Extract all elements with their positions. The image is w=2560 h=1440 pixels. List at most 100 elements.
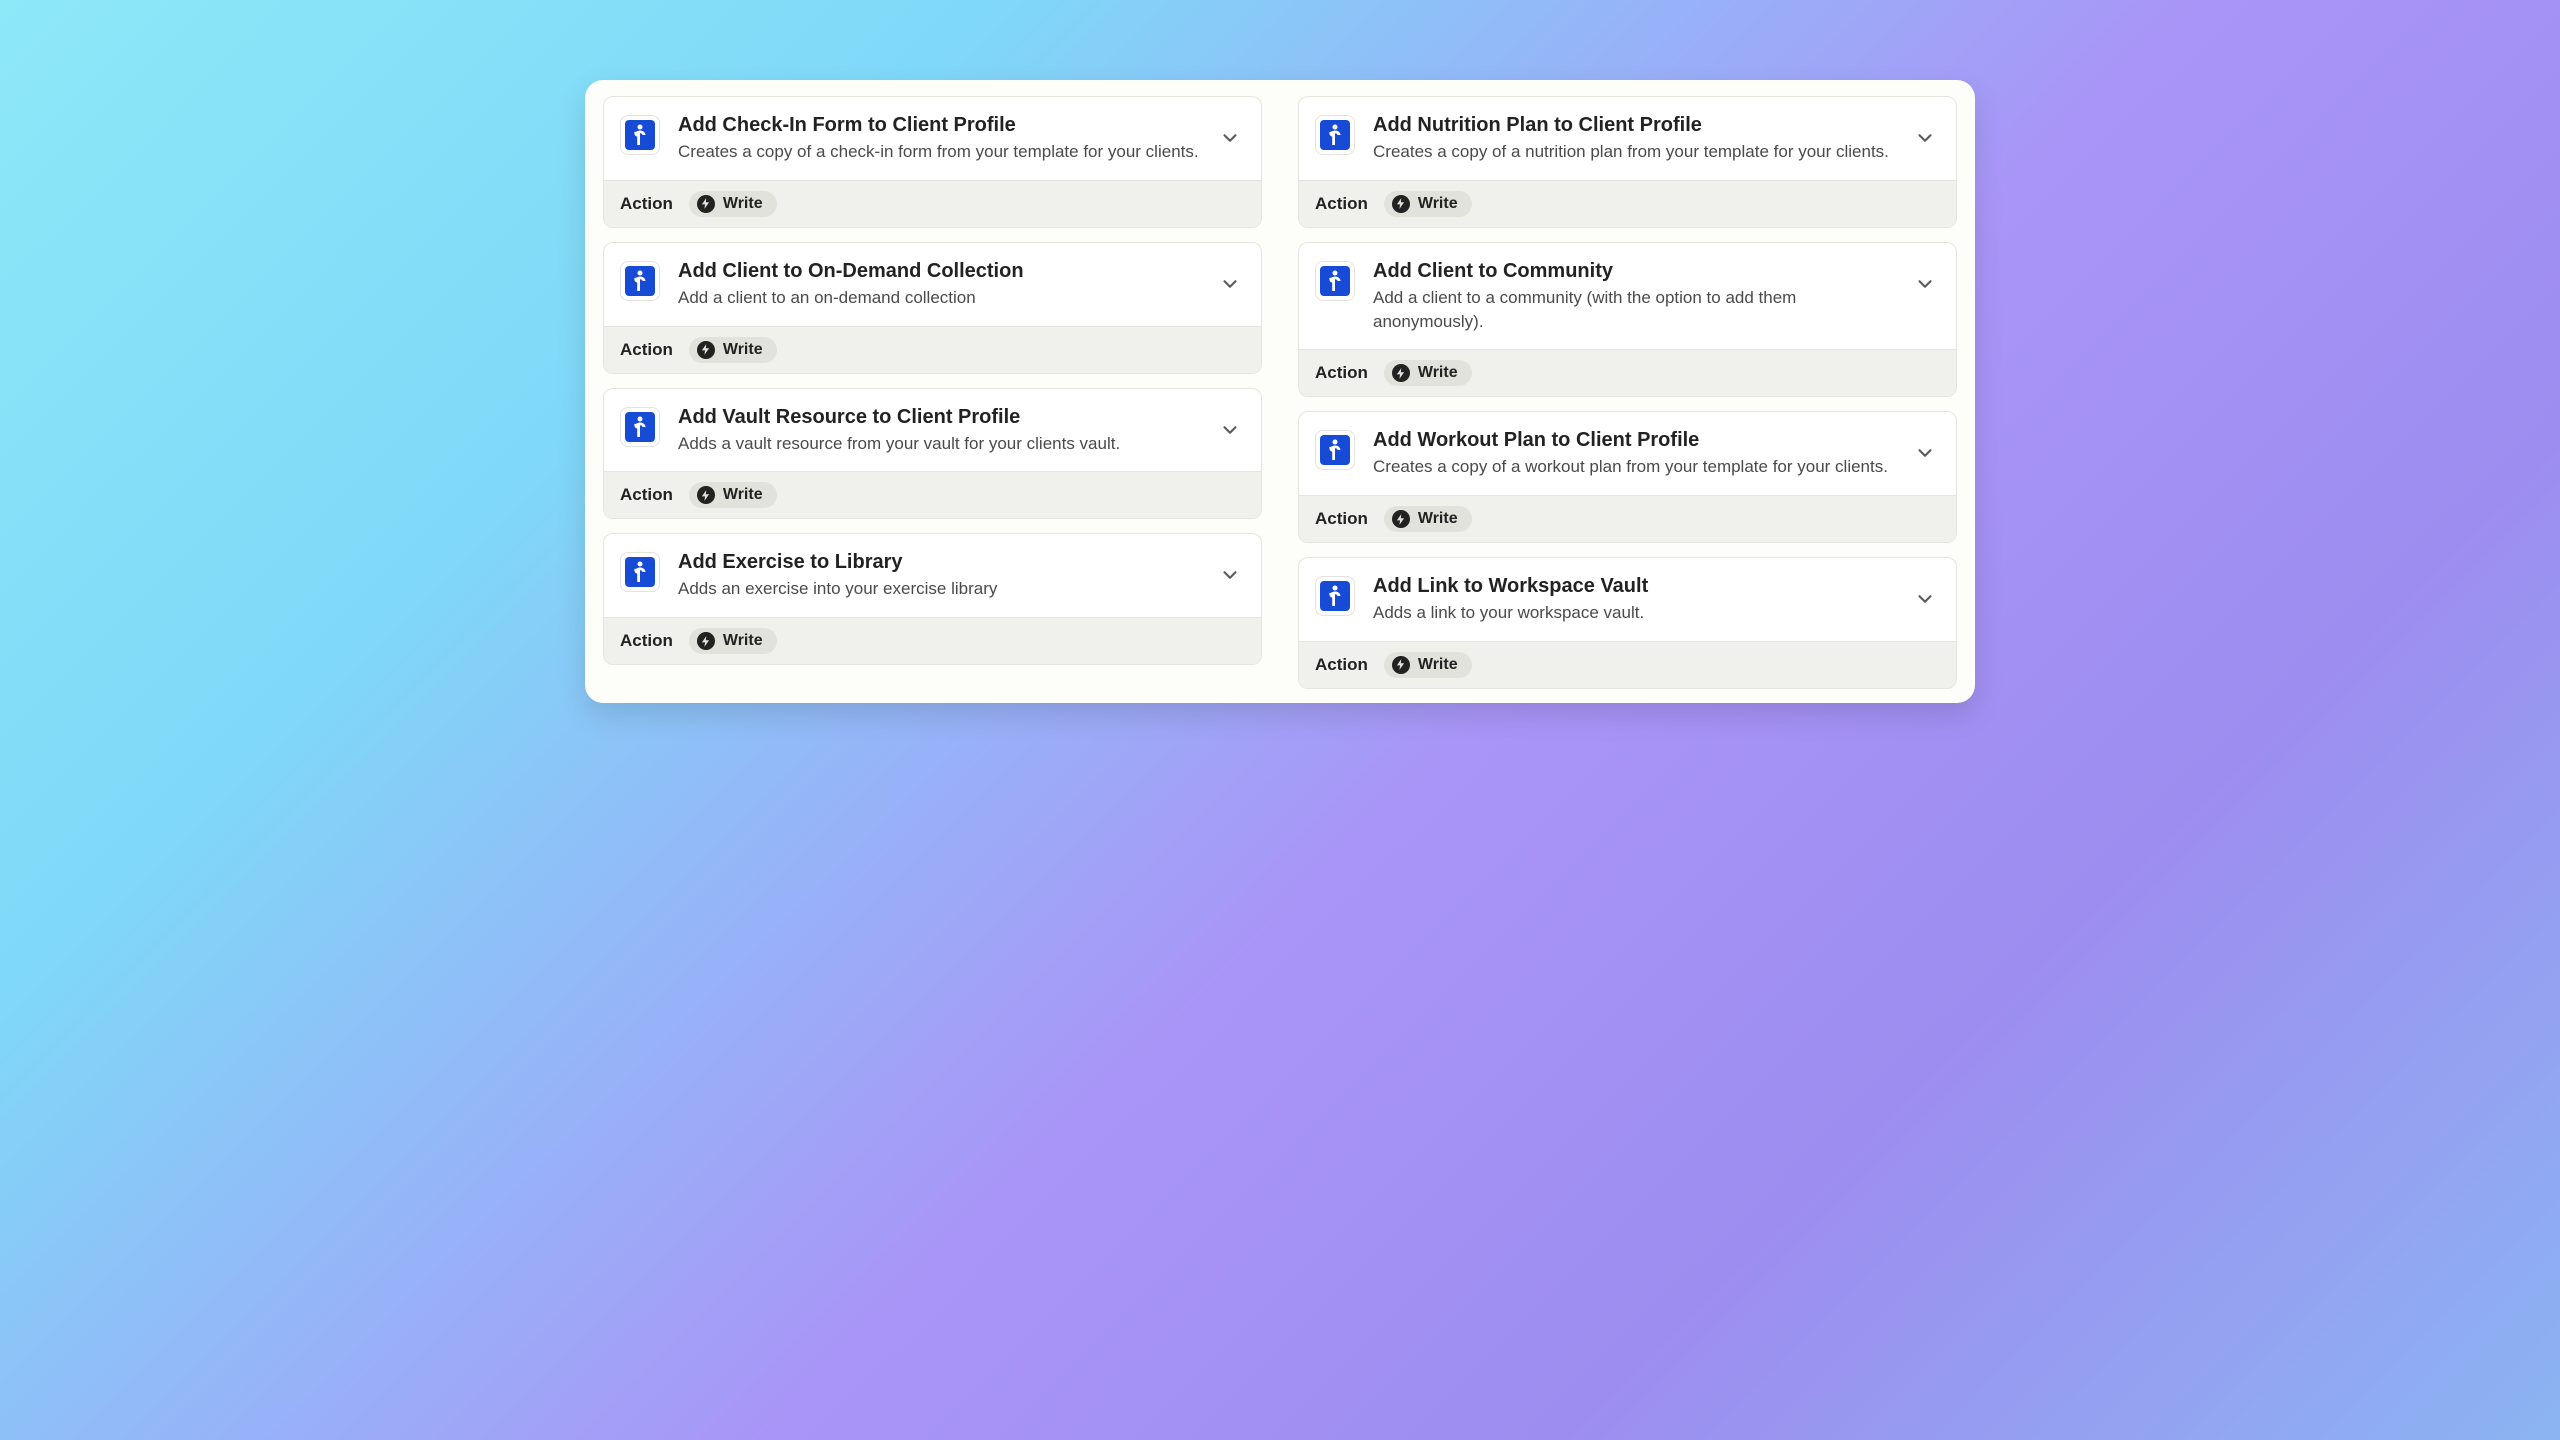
bolt-icon (697, 632, 715, 650)
footer-label: Action (1315, 509, 1368, 529)
fitcoach-icon (625, 557, 655, 587)
card-footer: Action Write (1299, 180, 1956, 227)
bolt-icon (1392, 364, 1410, 382)
fitcoach-icon (1320, 435, 1350, 465)
badge-text: Write (723, 341, 763, 359)
card-footer: Action Write (604, 617, 1261, 664)
badge-text: Write (1418, 656, 1458, 674)
card-title: Add Check-In Form to Client Profile (678, 113, 1201, 138)
card-description: Creates a copy of a check-in form from y… (678, 140, 1201, 164)
write-badge: Write (689, 337, 777, 363)
card-title: Add Vault Resource to Client Profile (678, 405, 1201, 430)
bolt-icon (1392, 195, 1410, 213)
action-card-right-2: Add Workout Plan to Client Profile Creat… (1298, 411, 1957, 543)
card-text: Add Check-In Form to Client Profile Crea… (678, 111, 1201, 164)
action-card-left-3: Add Exercise to Library Adds an exercise… (603, 533, 1262, 665)
fitcoach-icon (625, 412, 655, 442)
bolt-icon (697, 486, 715, 504)
card-text: Add Workout Plan to Client Profile Creat… (1373, 426, 1896, 479)
app-icon-frame (1315, 115, 1355, 155)
card-title: Add Link to Workspace Vault (1373, 574, 1896, 599)
badge-text: Write (723, 486, 763, 504)
bolt-icon (697, 195, 715, 213)
app-icon-frame (1315, 430, 1355, 470)
fitcoach-icon (1320, 120, 1350, 150)
card-description: Adds an exercise into your exercise libr… (678, 577, 1201, 601)
footer-label: Action (620, 194, 673, 214)
card-title: Add Client to Community (1373, 259, 1896, 284)
app-icon-frame (1315, 261, 1355, 301)
app-icon-frame (620, 407, 660, 447)
bolt-icon (697, 341, 715, 359)
write-badge: Write (689, 482, 777, 508)
chevron-down-icon (1914, 273, 1936, 295)
write-badge: Write (1384, 360, 1472, 386)
card-footer: Action Write (1299, 495, 1956, 542)
card-header[interactable]: Add Exercise to Library Adds an exercise… (604, 534, 1261, 617)
card-header[interactable]: Add Vault Resource to Client Profile Add… (604, 389, 1261, 472)
card-header[interactable]: Add Workout Plan to Client Profile Creat… (1299, 412, 1956, 495)
fitcoach-icon (625, 266, 655, 296)
footer-label: Action (1315, 655, 1368, 675)
app-icon-frame (620, 261, 660, 301)
card-title: Add Client to On-Demand Collection (678, 259, 1201, 284)
write-badge: Write (1384, 652, 1472, 678)
footer-label: Action (1315, 194, 1368, 214)
card-header[interactable]: Add Client to Community Add a client to … (1299, 243, 1956, 350)
app-icon-frame (620, 115, 660, 155)
card-description: Creates a copy of a workout plan from yo… (1373, 455, 1896, 479)
chevron-down-icon (1219, 564, 1241, 586)
right-column: Add Nutrition Plan to Client Profile Cre… (1298, 96, 1957, 689)
fitcoach-icon (625, 120, 655, 150)
write-badge: Write (689, 628, 777, 654)
chevron-down-icon (1914, 588, 1936, 610)
footer-label: Action (620, 631, 673, 651)
card-footer: Action Write (604, 471, 1261, 518)
footer-label: Action (620, 340, 673, 360)
action-card-right-0: Add Nutrition Plan to Client Profile Cre… (1298, 96, 1957, 228)
card-text: Add Nutrition Plan to Client Profile Cre… (1373, 111, 1896, 164)
card-footer: Action Write (604, 180, 1261, 227)
card-footer: Action Write (1299, 641, 1956, 688)
footer-label: Action (1315, 363, 1368, 383)
badge-text: Write (723, 195, 763, 213)
left-column: Add Check-In Form to Client Profile Crea… (603, 96, 1262, 689)
action-card-left-1: Add Client to On-Demand Collection Add a… (603, 242, 1262, 374)
chevron-down-icon (1914, 127, 1936, 149)
card-description: Adds a vault resource from your vault fo… (678, 432, 1201, 456)
card-title: Add Exercise to Library (678, 550, 1201, 575)
app-icon-frame (1315, 576, 1355, 616)
card-text: Add Client to Community Add a client to … (1373, 257, 1896, 334)
action-card-right-3: Add Link to Workspace Vault Adds a link … (1298, 557, 1957, 689)
card-header[interactable]: Add Check-In Form to Client Profile Crea… (604, 97, 1261, 180)
action-card-right-1: Add Client to Community Add a client to … (1298, 242, 1957, 398)
card-header[interactable]: Add Client to On-Demand Collection Add a… (604, 243, 1261, 326)
bolt-icon (1392, 510, 1410, 528)
card-description: Add a client to a community (with the op… (1373, 286, 1896, 334)
card-text: Add Vault Resource to Client Profile Add… (678, 403, 1201, 456)
badge-text: Write (1418, 364, 1458, 382)
chevron-down-icon (1219, 127, 1241, 149)
actions-panel: Add Check-In Form to Client Profile Crea… (585, 80, 1975, 703)
card-text: Add Exercise to Library Adds an exercise… (678, 548, 1201, 601)
footer-label: Action (620, 485, 673, 505)
card-header[interactable]: Add Link to Workspace Vault Adds a link … (1299, 558, 1956, 641)
card-text: Add Client to On-Demand Collection Add a… (678, 257, 1201, 310)
chevron-down-icon (1219, 419, 1241, 441)
badge-text: Write (723, 632, 763, 650)
app-icon-frame (620, 552, 660, 592)
write-badge: Write (1384, 506, 1472, 532)
action-card-left-0: Add Check-In Form to Client Profile Crea… (603, 96, 1262, 228)
card-footer: Action Write (604, 326, 1261, 373)
badge-text: Write (1418, 195, 1458, 213)
action-card-left-2: Add Vault Resource to Client Profile Add… (603, 388, 1262, 520)
card-header[interactable]: Add Nutrition Plan to Client Profile Cre… (1299, 97, 1956, 180)
chevron-down-icon (1219, 273, 1241, 295)
fitcoach-icon (1320, 581, 1350, 611)
badge-text: Write (1418, 510, 1458, 528)
card-description: Creates a copy of a nutrition plan from … (1373, 140, 1896, 164)
card-description: Adds a link to your workspace vault. (1373, 601, 1896, 625)
card-text: Add Link to Workspace Vault Adds a link … (1373, 572, 1896, 625)
card-description: Add a client to an on-demand collection (678, 286, 1201, 310)
chevron-down-icon (1914, 442, 1936, 464)
